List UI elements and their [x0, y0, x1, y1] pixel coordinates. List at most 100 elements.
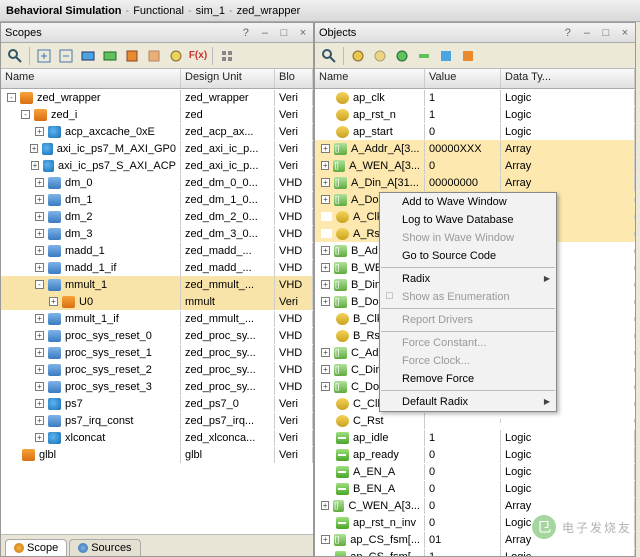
col-name[interactable]: Name	[1, 69, 181, 88]
filter1-icon[interactable]	[78, 46, 98, 66]
filter3-icon[interactable]	[122, 46, 142, 66]
maximize-icon[interactable]: □	[600, 27, 612, 39]
tree-row[interactable]: ap_rst_n1Logic	[315, 106, 635, 123]
menu-show-wave[interactable]: Show in Wave Window	[380, 229, 556, 247]
tree-row[interactable]: +ps7zed_ps7_0Veri	[1, 395, 313, 412]
expand-toggle-icon[interactable]: +	[321, 195, 330, 204]
expand-toggle-icon[interactable]: +	[35, 399, 44, 408]
col-design-unit[interactable]: Design Unit	[181, 69, 275, 88]
tree-row[interactable]: +axi_ic_ps7_S_AXI_ACPzed_axi_ic_p...Veri	[1, 157, 313, 174]
filter-inout-icon[interactable]	[392, 46, 412, 66]
menu-default-radix[interactable]: Default Radix	[380, 393, 556, 411]
tree-row[interactable]: +dm_0zed_dm_0_0...VHD	[1, 174, 313, 191]
menu-add-wave[interactable]: Add to Wave Window	[380, 193, 556, 211]
tree-row[interactable]: +proc_sys_reset_3zed_proc_sy...VHD	[1, 378, 313, 395]
expand-toggle-icon[interactable]: +	[35, 263, 44, 272]
col-block[interactable]: Blo	[275, 69, 313, 88]
expand-toggle-icon[interactable]: +	[321, 263, 330, 272]
tree-row[interactable]: C_Rst	[315, 412, 635, 429]
tree-row[interactable]: +dm_3zed_dm_3_0...VHD	[1, 225, 313, 242]
tree-row[interactable]: ap_clk1Logic	[315, 89, 635, 106]
tree-row[interactable]: glblglblVeri	[1, 446, 313, 463]
tree-row[interactable]: +mmult_1_ifzed_mmult_...VHD	[1, 310, 313, 327]
help-icon[interactable]: ?	[240, 27, 252, 39]
expand-toggle-icon[interactable]: +	[321, 161, 329, 170]
search-icon[interactable]	[5, 46, 25, 66]
tree-row[interactable]: B_EN_A0Logic	[315, 480, 635, 497]
expand-toggle-icon[interactable]: +	[35, 382, 44, 391]
tree-row[interactable]: -zed_wrapperzed_wrapperVeri	[1, 89, 313, 106]
filter-out-icon[interactable]	[370, 46, 390, 66]
expand-toggle-icon[interactable]: -	[35, 280, 44, 289]
menu-radix[interactable]: Radix	[380, 270, 556, 288]
expand-toggle-icon[interactable]: +	[35, 212, 44, 221]
filter4-icon[interactable]	[144, 46, 164, 66]
tree-row[interactable]: -zed_izedVeri	[1, 106, 313, 123]
filter-const-icon[interactable]	[436, 46, 456, 66]
tree-row[interactable]: +U0mmultVeri	[1, 293, 313, 310]
tree-row[interactable]: +A_Din_A[31...00000000Array	[315, 174, 635, 191]
menu-force-clock[interactable]: Force Clock...	[380, 352, 556, 370]
close-icon[interactable]: ×	[297, 27, 309, 39]
tab-scope[interactable]: Scope	[5, 539, 67, 556]
expand-toggle-icon[interactable]: +	[35, 433, 44, 442]
tree-row[interactable]: +acp_axcache_0xEzed_acp_ax...Veri	[1, 123, 313, 140]
minimize-icon[interactable]: –	[259, 27, 271, 39]
expand-toggle-icon[interactable]: +	[321, 246, 330, 255]
minimize-icon[interactable]: –	[581, 27, 593, 39]
expand-toggle-icon[interactable]: -	[21, 110, 30, 119]
tab-sources[interactable]: Sources	[69, 539, 140, 556]
expand-toggle-icon[interactable]: +	[321, 280, 330, 289]
tree-row[interactable]: +A_Addr_A[3...00000XXXArray	[315, 140, 635, 157]
expand-toggle-icon[interactable]: +	[30, 144, 38, 153]
expand-toggle-icon[interactable]: +	[321, 144, 330, 153]
expand-toggle-icon[interactable]: +	[321, 501, 329, 510]
tree-row[interactable]: ap_CS_fsm[...1Logic	[315, 548, 635, 556]
expand-toggle-icon[interactable]: +	[321, 348, 330, 357]
tree-row[interactable]: +madd_1_ifzed_madd_...VHD	[1, 259, 313, 276]
tree-row[interactable]: +proc_sys_reset_0zed_proc_sy...VHD	[1, 327, 313, 344]
expand-toggle-icon[interactable]: +	[321, 365, 330, 374]
tree-row[interactable]: +proc_sys_reset_1zed_proc_sy...VHD	[1, 344, 313, 361]
tree-row[interactable]: +A_WEN_A[3...0Array	[315, 157, 635, 174]
expand-toggle-icon[interactable]: +	[321, 178, 330, 187]
settings-icon[interactable]	[217, 46, 237, 66]
expand-toggle-icon[interactable]: +	[35, 195, 44, 204]
tree-row[interactable]: ap_ready0Logic	[315, 446, 635, 463]
filter-in-icon[interactable]	[348, 46, 368, 66]
maximize-icon[interactable]: □	[278, 27, 290, 39]
tree-row[interactable]: +proc_sys_reset_2zed_proc_sy...VHD	[1, 361, 313, 378]
expand-toggle-icon[interactable]: +	[35, 127, 44, 136]
scopes-tree[interactable]: -zed_wrapperzed_wrapperVeri-zed_izedVeri…	[1, 89, 313, 534]
fx-icon[interactable]: F(x)	[188, 46, 208, 66]
menu-log-wave[interactable]: Log to Wave Database	[380, 211, 556, 229]
help-icon[interactable]: ?	[562, 27, 574, 39]
expand-toggle-icon[interactable]: +	[35, 229, 44, 238]
col-name[interactable]: Name	[315, 69, 425, 88]
col-datatype[interactable]: Data Ty...	[501, 69, 635, 88]
filter2-icon[interactable]	[100, 46, 120, 66]
expand-toggle-icon[interactable]: +	[321, 382, 330, 391]
expand-toggle-icon[interactable]: +	[49, 297, 58, 306]
objects-tree[interactable]: ap_clk1Logicap_rst_n1Logicap_start0Logic…	[315, 89, 635, 556]
expand-toggle-icon[interactable]: +	[35, 314, 44, 323]
filter-var-icon[interactable]	[458, 46, 478, 66]
expand-toggle-icon[interactable]: +	[35, 365, 44, 374]
col-value[interactable]: Value	[425, 69, 501, 88]
search-icon[interactable]	[319, 46, 339, 66]
expand-toggle-icon[interactable]: +	[35, 416, 44, 425]
expand-toggle-icon[interactable]: -	[7, 93, 16, 102]
tree-row[interactable]: ap_start0Logic	[315, 123, 635, 140]
tree-row[interactable]: +madd_1zed_madd_...VHD	[1, 242, 313, 259]
expand-toggle-icon[interactable]: +	[35, 348, 44, 357]
tree-row[interactable]: +dm_1zed_dm_1_0...VHD	[1, 191, 313, 208]
expand-toggle-icon[interactable]: +	[35, 331, 44, 340]
collapse-icon[interactable]	[56, 46, 76, 66]
close-icon[interactable]: ×	[619, 27, 631, 39]
menu-show-enum[interactable]: Show as Enumeration	[380, 288, 556, 306]
expand-icon[interactable]	[34, 46, 54, 66]
tree-row[interactable]: ap_idle1Logic	[315, 429, 635, 446]
tree-row[interactable]: +ps7_irq_constzed_ps7_irq...Veri	[1, 412, 313, 429]
expand-toggle-icon[interactable]: +	[35, 246, 44, 255]
filter-sig-icon[interactable]	[414, 46, 434, 66]
